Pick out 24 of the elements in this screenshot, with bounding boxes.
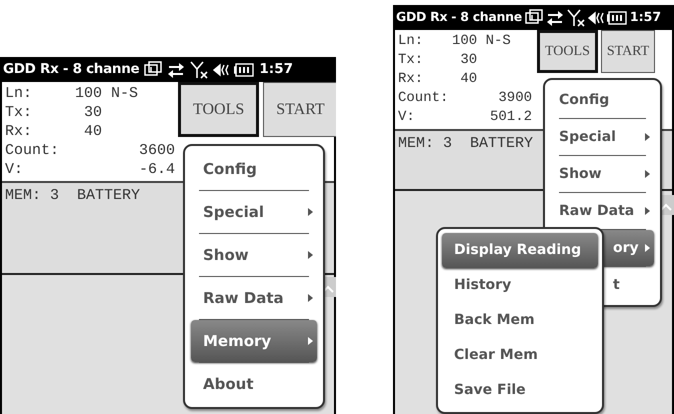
field-label: V: — [398, 108, 416, 127]
field-label: Rx: — [5, 122, 34, 141]
field-label: V: — [5, 160, 24, 179]
clock-time: 1:57 — [630, 8, 662, 26]
field-label: Count: — [5, 141, 60, 160]
field-value: 100 N-S — [452, 32, 511, 51]
field-value: 3900 — [497, 89, 532, 108]
field-value: 30 — [459, 51, 478, 70]
field-value: 100 N-S — [75, 84, 138, 103]
field-value: -6.4 — [138, 160, 175, 179]
field-value: 40 — [83, 122, 102, 141]
field-value: 40 — [459, 70, 478, 89]
field-value: 501.2 — [488, 108, 532, 127]
field-label: Ln: — [398, 32, 424, 51]
field-value: 3600 — [138, 141, 175, 160]
field-label: Count: — [398, 89, 450, 108]
field-label: Tx: — [398, 51, 424, 70]
window-title: GDD Rx - 8 channe — [3, 60, 140, 80]
window-title: GDD Rx - 8 channe — [396, 8, 522, 26]
field-label: Tx: — [5, 103, 34, 122]
clock-time: 1:57 — [259, 60, 293, 80]
field-value: 30 — [83, 103, 102, 122]
field-label: Ln: — [5, 84, 34, 103]
field-label: Rx: — [398, 70, 424, 89]
